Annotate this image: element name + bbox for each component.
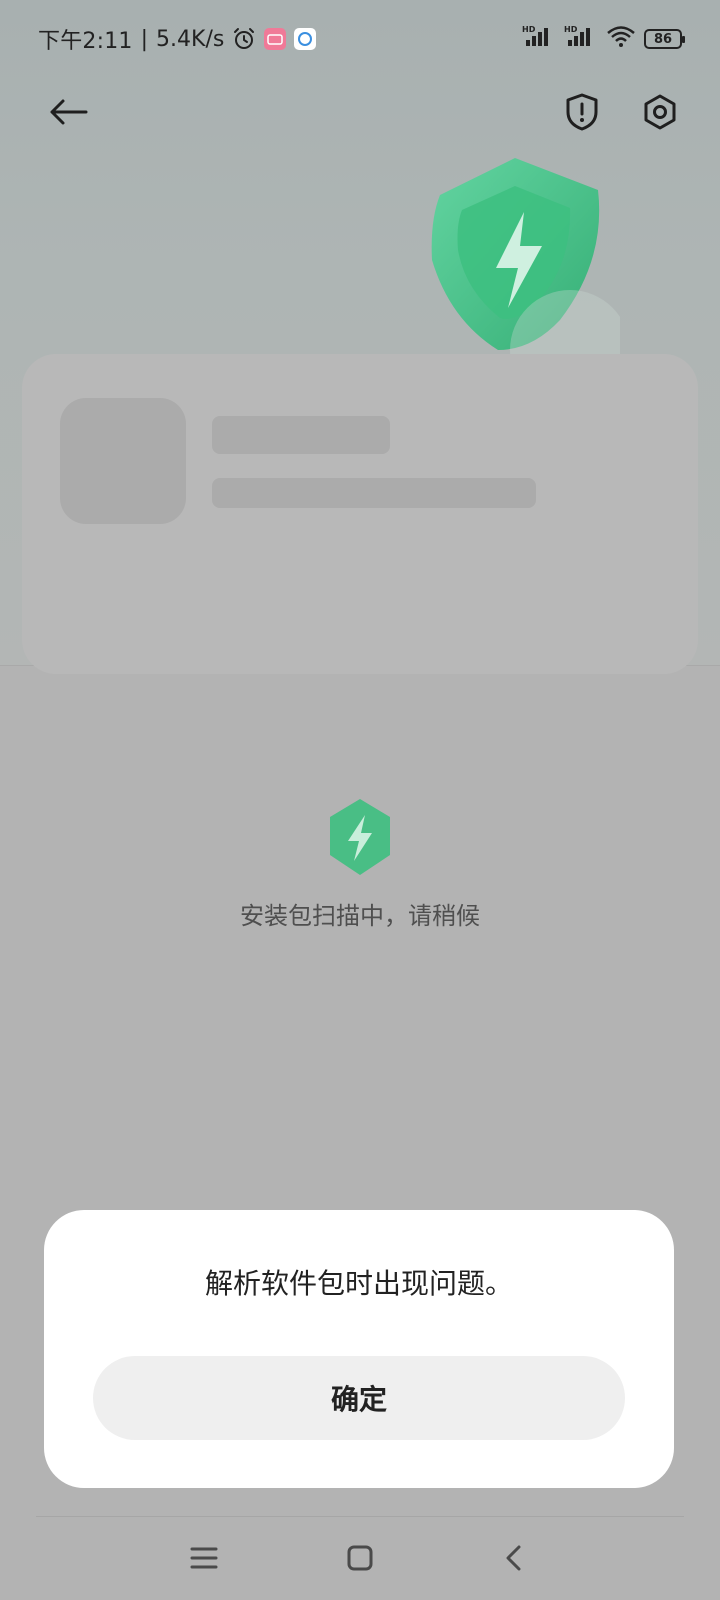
wifi-icon — [606, 24, 636, 54]
cloud-app-icon — [294, 28, 317, 50]
nav-divider — [36, 1516, 684, 1517]
status-time: 下午2:11 — [38, 29, 133, 54]
back-button[interactable] — [44, 88, 92, 136]
system-navigation-bar — [0, 1528, 720, 1588]
security-report-button[interactable] — [558, 88, 606, 136]
app-icon-placeholder — [60, 398, 186, 524]
status-separator: | — [140, 26, 149, 52]
signal-hd-label: HD — [564, 25, 578, 34]
home-icon — [347, 1545, 373, 1571]
back-arrow-icon — [50, 99, 88, 125]
app-notification-icon — [264, 28, 287, 50]
settings-button[interactable] — [636, 88, 684, 136]
hero-shield-illustration — [420, 150, 630, 410]
status-left: 下午2:11 | 5.4K/s — [38, 23, 317, 55]
status-bar: 下午2:11 | 5.4K/s HD HD 86 — [0, 0, 720, 78]
error-dialog: 解析软件包时出现问题。 确定 — [44, 1210, 674, 1488]
battery-icon: 86 — [644, 29, 685, 49]
app-details-placeholder — [212, 478, 536, 508]
app-info-card — [22, 354, 698, 674]
app-name-placeholder — [212, 416, 390, 454]
settings-icon — [644, 94, 676, 130]
back-icon — [506, 1545, 521, 1571]
menu-icon — [190, 1547, 218, 1569]
battery-level: 86 — [653, 31, 673, 47]
signal-hd-label: HD — [522, 25, 536, 34]
network-speed: 5.4K/s — [156, 26, 225, 52]
recent-apps-button[interactable] — [180, 1534, 228, 1582]
signal-icon: HD — [564, 24, 598, 54]
shield-alert-icon — [566, 93, 598, 131]
dialog-message: 解析软件包时出现问题。 — [204, 1267, 513, 1300]
scan-shield-icon — [326, 797, 394, 877]
scan-status-text: 安装包扫描中，请稍候 — [240, 902, 480, 930]
alarm-icon — [232, 27, 256, 51]
status-right: HD HD 86 — [522, 24, 685, 54]
signal-icon: HD — [522, 24, 556, 54]
home-button[interactable] — [336, 1534, 384, 1582]
confirm-button[interactable]: 确定 — [93, 1356, 625, 1440]
system-back-button[interactable] — [490, 1534, 538, 1582]
